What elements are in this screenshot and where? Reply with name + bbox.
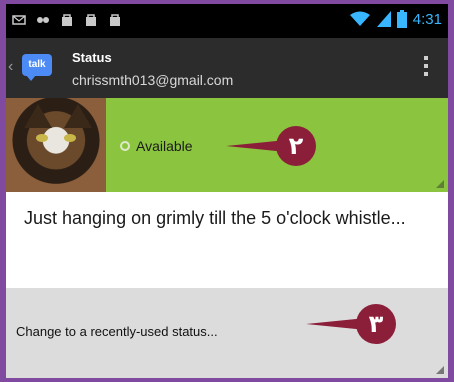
- back-chevron-icon[interactable]: ‹: [8, 58, 13, 76]
- callout-badge-3: ٣: [306, 304, 402, 344]
- action-bar: ‹ talk Status chrissmth013@gmail.com: [6, 38, 448, 98]
- bag-icon: [110, 14, 120, 26]
- callout-number: ٢: [276, 126, 316, 166]
- wifi-icon: [349, 11, 370, 26]
- available-status-icon: [120, 141, 130, 151]
- bag-icon: [86, 14, 96, 26]
- page-title: Status: [72, 50, 112, 65]
- status-bar-right: 4:31: [349, 10, 442, 28]
- talk-logo[interactable]: talk: [22, 54, 52, 81]
- status-bar: 4:31: [6, 4, 448, 38]
- dropdown-corner-icon: [436, 180, 444, 188]
- overflow-menu-icon[interactable]: [424, 56, 430, 80]
- mail-icon: [12, 15, 26, 25]
- clock: 4:31: [412, 10, 442, 28]
- signal-icon: [376, 11, 391, 27]
- account-email: chrissmth013@gmail.com: [72, 72, 234, 88]
- callout-number: ٣: [356, 304, 396, 344]
- notification-icons: [12, 13, 122, 27]
- recent-status-label: Change to a recently-used status...: [16, 324, 218, 339]
- status-message-text: Just hanging on grimly till the 5 o'cloc…: [24, 208, 406, 228]
- bag-icon: [62, 14, 72, 26]
- presence-label: Available: [136, 138, 193, 154]
- status-message-field[interactable]: Just hanging on grimly till the 5 o'cloc…: [6, 192, 448, 288]
- battery-icon: [396, 10, 407, 28]
- voicemail-icon: [37, 17, 49, 23]
- dropdown-corner-icon: [436, 366, 444, 374]
- callout-badge-2: ٢: [226, 126, 322, 166]
- avatar: [6, 98, 106, 192]
